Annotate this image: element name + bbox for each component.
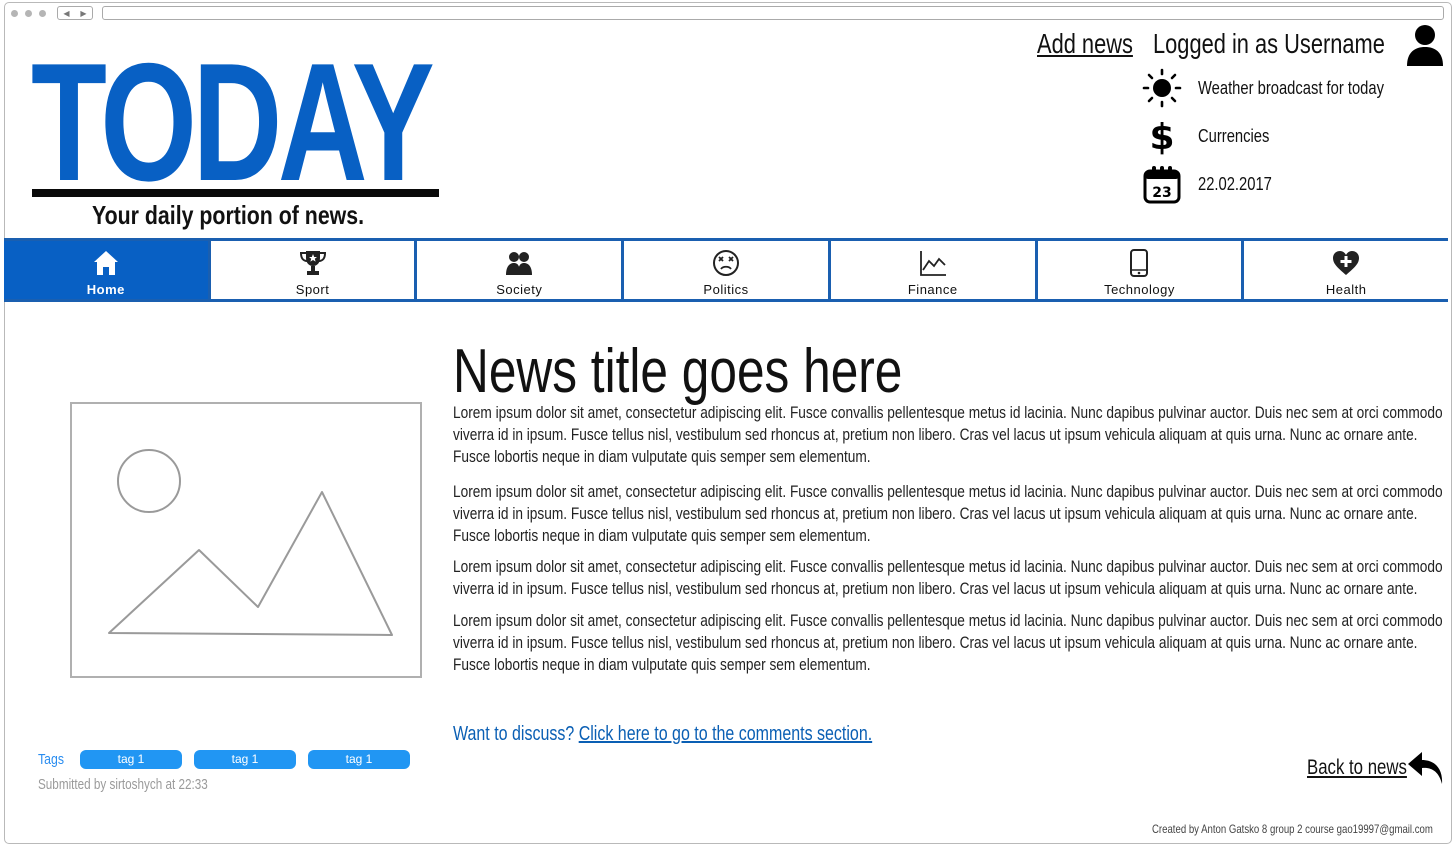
tag-chip[interactable]: tag 1 bbox=[80, 750, 182, 769]
comments-link[interactable]: Click here to go to the comments section… bbox=[579, 723, 872, 745]
nav-item-finance[interactable]: Finance bbox=[831, 241, 1038, 299]
logged-in-label: Logged in as Username bbox=[1153, 28, 1385, 59]
nav-label-health: Health bbox=[1325, 281, 1367, 297]
phone-icon bbox=[1124, 248, 1154, 278]
date-row: 23 22.02.2017 bbox=[1142, 164, 1288, 204]
nav-item-society[interactable]: Society bbox=[417, 241, 625, 299]
nav-item-sport[interactable]: Sport bbox=[211, 241, 418, 299]
article-paragraph: Lorem ipsum dolor sit amet, consectetur … bbox=[453, 557, 1443, 598]
discuss-line: Want to discuss? Click here to go to the… bbox=[453, 723, 872, 746]
window-dot-icon bbox=[11, 10, 18, 17]
tags-label: Tags bbox=[38, 751, 64, 768]
back-forward-buttons[interactable]: ◀ ▶ bbox=[57, 6, 93, 20]
chevron-right-icon[interactable]: ▶ bbox=[80, 9, 86, 18]
chart-icon bbox=[918, 248, 948, 278]
people-icon bbox=[504, 248, 534, 278]
calendar-icon: 23 bbox=[1142, 164, 1182, 204]
window-dot-icon bbox=[39, 10, 46, 17]
nav-label-finance: Finance bbox=[907, 281, 958, 297]
weather-label: Weather broadcast for today bbox=[1198, 77, 1384, 98]
trophy-icon bbox=[298, 248, 328, 278]
article-paragraph: Lorem ipsum dolor sit amet, consectetur … bbox=[453, 403, 1443, 466]
address-bar[interactable] bbox=[102, 6, 1444, 20]
nav-label-home: Home bbox=[86, 281, 125, 297]
chevron-left-icon[interactable]: ◀ bbox=[63, 9, 69, 18]
image-icon bbox=[108, 449, 393, 636]
sun-icon bbox=[1142, 68, 1182, 108]
window-dot-icon bbox=[25, 10, 32, 17]
nav-item-health[interactable]: Health bbox=[1244, 241, 1448, 299]
article-image-placeholder bbox=[70, 402, 422, 678]
reply-arrow-icon[interactable] bbox=[1406, 748, 1446, 788]
site-tagline: Your daily portion of news. bbox=[92, 200, 365, 230]
currencies-row[interactable]: $ Currencies bbox=[1142, 116, 1285, 156]
article-title: News title goes here bbox=[453, 337, 903, 406]
nav-label-technology: Technology bbox=[1104, 281, 1175, 297]
currencies-label: Currencies bbox=[1198, 125, 1270, 146]
nav-label-society: Society bbox=[496, 281, 543, 297]
dollar-icon: $ bbox=[1142, 116, 1182, 156]
browser-chrome: ◀ ▶ bbox=[5, 3, 1451, 23]
nav-label-sport: Sport bbox=[295, 281, 330, 297]
logo-underline bbox=[32, 189, 439, 197]
dizzy-face-icon bbox=[711, 248, 741, 278]
category-nav: Home Sport Society Politics Finance Tech… bbox=[4, 238, 1448, 302]
back-to-news-link[interactable]: Back to news bbox=[1307, 756, 1407, 780]
article-paragraph: Lorem ipsum dolor sit amet, consectetur … bbox=[453, 482, 1443, 545]
nav-item-politics[interactable]: Politics bbox=[624, 241, 831, 299]
calendar-day: 23 bbox=[1152, 185, 1171, 201]
weather-row[interactable]: Weather broadcast for today bbox=[1142, 68, 1425, 108]
user-icon[interactable] bbox=[1406, 24, 1444, 68]
submitted-by: Submitted by sirtoshych at 22:33 bbox=[38, 776, 208, 793]
discuss-prefix: Want to discuss? bbox=[453, 723, 575, 745]
heart-plus-icon bbox=[1331, 248, 1361, 278]
footer-credit: Created by Anton Gatsko 8 group 2 course… bbox=[1152, 822, 1433, 836]
current-date: 22.02.2017 bbox=[1198, 173, 1272, 194]
site-logo[interactable]: TODAY bbox=[31, 38, 435, 206]
home-icon bbox=[91, 248, 121, 278]
tag-chip[interactable]: tag 1 bbox=[308, 750, 410, 769]
tag-chip[interactable]: tag 1 bbox=[194, 750, 296, 769]
article-paragraph: Lorem ipsum dolor sit amet, consectetur … bbox=[453, 611, 1443, 674]
add-news-link[interactable]: Add news bbox=[1037, 28, 1133, 60]
svg-text:$: $ bbox=[1149, 117, 1174, 156]
nav-item-technology[interactable]: Technology bbox=[1038, 241, 1245, 299]
nav-item-home[interactable]: Home bbox=[4, 241, 211, 299]
nav-label-politics: Politics bbox=[703, 281, 749, 297]
